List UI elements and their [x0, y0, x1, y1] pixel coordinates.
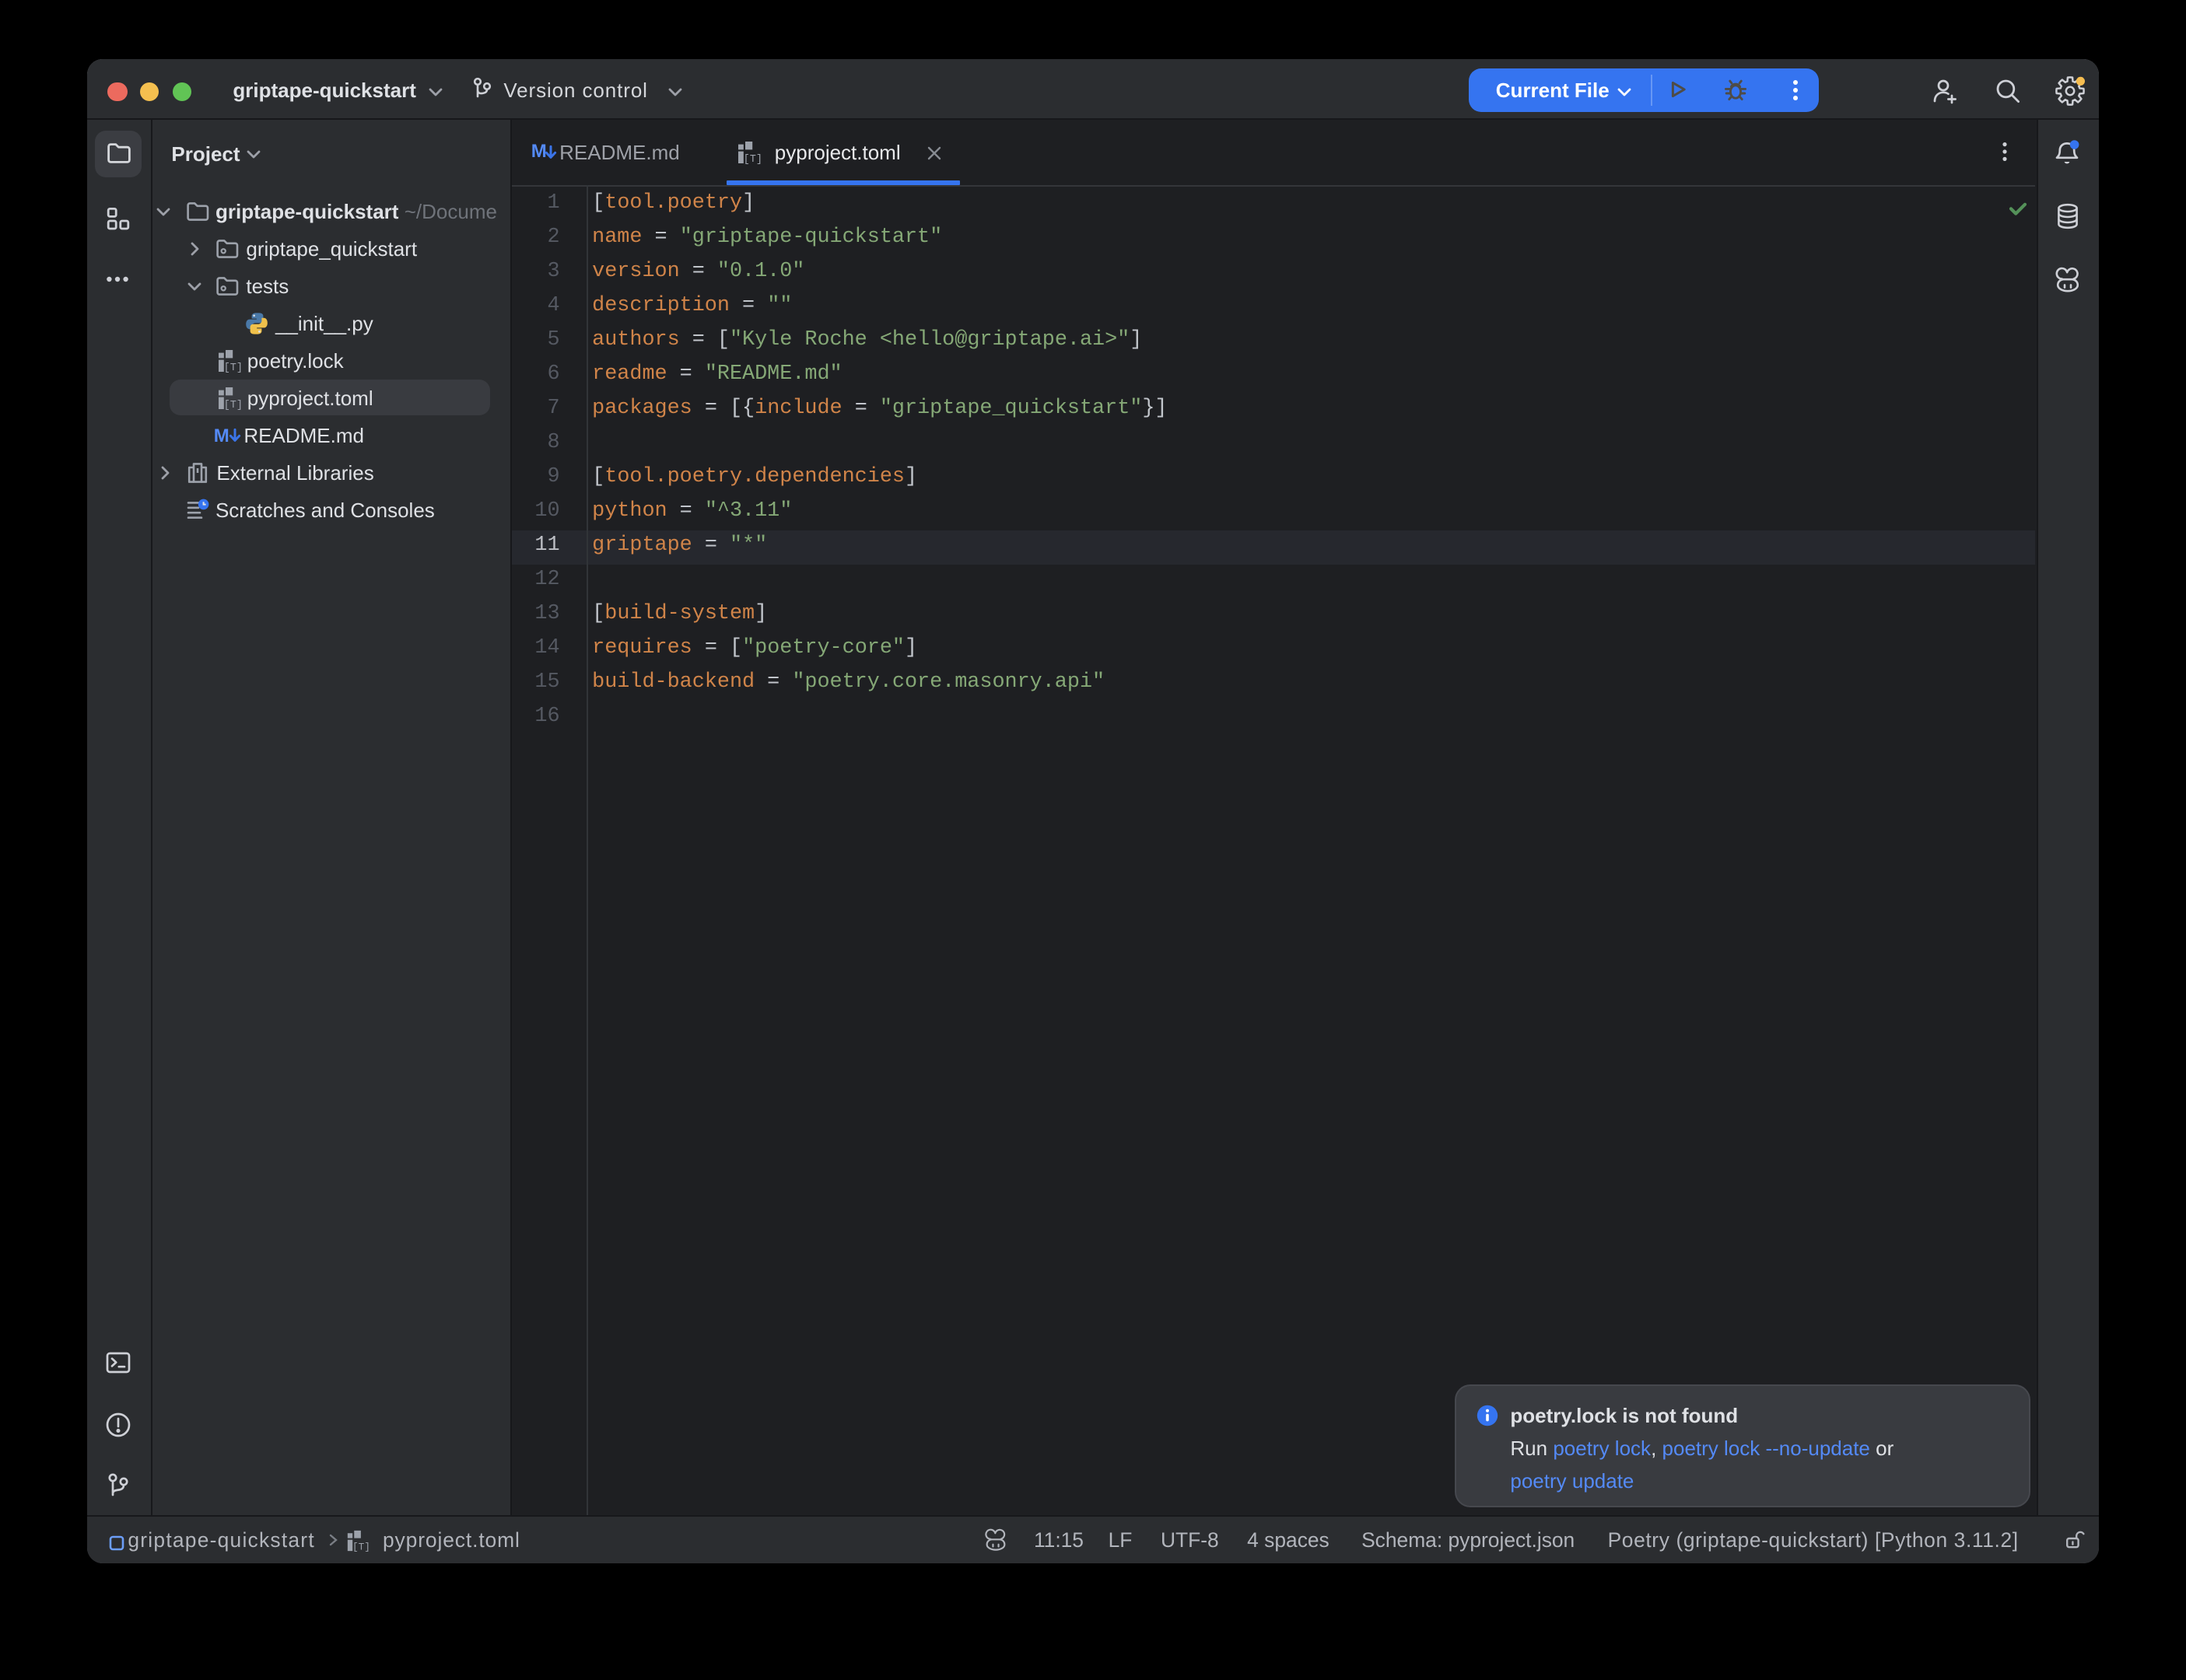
svg-text:[T]: [T] [353, 1541, 371, 1552]
svg-text:[T]: [T] [744, 154, 762, 166]
